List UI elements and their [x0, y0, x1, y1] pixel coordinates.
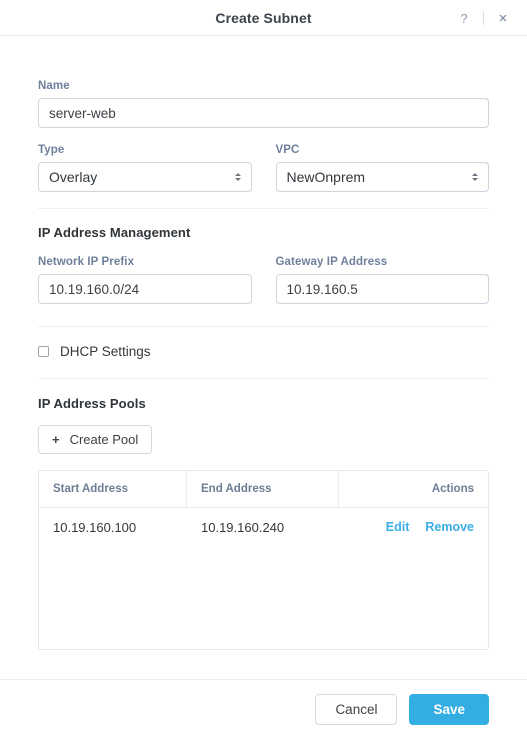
- type-field-group: Type Overlay: [38, 144, 252, 192]
- dhcp-settings-row[interactable]: DHCP Settings: [38, 344, 489, 359]
- dialog-header: Create Subnet ? ×: [0, 0, 527, 36]
- chevron-updown-icon: [234, 173, 241, 181]
- name-field-group: Name: [38, 36, 489, 128]
- column-header-actions: Actions: [339, 471, 488, 507]
- vpc-label: VPC: [275, 144, 300, 156]
- network-prefix-input[interactable]: [38, 274, 252, 304]
- dialog-body: Name Type Overlay VPC NewOnprem: [0, 36, 527, 679]
- name-input[interactable]: [38, 98, 489, 128]
- divider-dhcp: [38, 326, 489, 327]
- vpc-select[interactable]: NewOnprem: [275, 162, 489, 192]
- help-icon[interactable]: ?: [452, 6, 476, 30]
- gateway-group: Gateway IP Address: [275, 256, 489, 304]
- type-select-value: Overlay: [49, 169, 98, 185]
- remove-link[interactable]: Remove: [425, 520, 474, 534]
- type-vpc-row: Type Overlay VPC NewOnprem: [38, 144, 489, 192]
- gateway-label: Gateway IP Address: [275, 256, 388, 268]
- header-divider: [483, 11, 484, 25]
- create-pool-button[interactable]: + Create Pool: [38, 425, 153, 454]
- network-prefix-group: Network IP Prefix: [38, 256, 252, 304]
- name-label: Name: [38, 80, 70, 92]
- vpc-select-value: NewOnprem: [286, 169, 366, 185]
- column-header-label: Actions: [431, 483, 474, 495]
- save-button[interactable]: Save: [409, 693, 489, 725]
- create-subnet-dialog: Create Subnet ? × Name Type Overlay VPC: [0, 0, 527, 738]
- header-actions: ? ×: [452, 0, 515, 36]
- edit-link[interactable]: Edit: [386, 520, 410, 534]
- cancel-button[interactable]: Cancel: [315, 693, 398, 725]
- cell-actions: Edit Remove: [339, 508, 488, 546]
- create-pool-label: Create Pool: [69, 432, 139, 447]
- network-prefix-label: Network IP Prefix: [38, 256, 135, 268]
- ipam-section: IP Address Management Network IP Prefix …: [38, 209, 489, 304]
- table-row: 10.19.160.100 10.19.160.240 Edit Remove: [39, 508, 488, 546]
- dhcp-settings-label[interactable]: DHCP Settings: [60, 344, 151, 359]
- chevron-updown-icon: [472, 173, 478, 181]
- dialog-footer: Cancel Save: [0, 679, 527, 738]
- column-header-start-address: Start Address: [39, 471, 187, 507]
- column-header-end-address: End Address: [187, 471, 339, 507]
- cell-end-address: 10.19.160.240: [187, 508, 339, 546]
- pools-section: IP Address Pools + Create Pool Start Add…: [38, 379, 489, 650]
- vpc-field-group: VPC NewOnprem: [275, 144, 489, 192]
- plus-icon: +: [52, 432, 60, 447]
- gateway-input[interactable]: [275, 274, 489, 304]
- start-address-value: 10.19.160.100: [53, 519, 137, 535]
- ipam-section-title: IP Address Management: [38, 225, 191, 240]
- pools-section-title: IP Address Pools: [38, 396, 146, 411]
- table-header-row: Start Address End Address Actions: [39, 471, 488, 508]
- type-select[interactable]: Overlay: [38, 162, 252, 192]
- column-header-label: End Address: [201, 483, 272, 495]
- close-icon[interactable]: ×: [491, 6, 515, 30]
- ip-pool-table: Start Address End Address Actions 10.19.…: [38, 470, 489, 650]
- ipam-row: Network IP Prefix Gateway IP Address: [38, 256, 489, 304]
- column-header-label: Start Address: [53, 483, 128, 495]
- type-label: Type: [38, 144, 65, 156]
- page-title: Create Subnet: [215, 9, 312, 26]
- dhcp-checkbox[interactable]: [38, 346, 49, 357]
- end-address-value: 10.19.160.240: [201, 519, 285, 535]
- cell-start-address: 10.19.160.100: [39, 508, 187, 546]
